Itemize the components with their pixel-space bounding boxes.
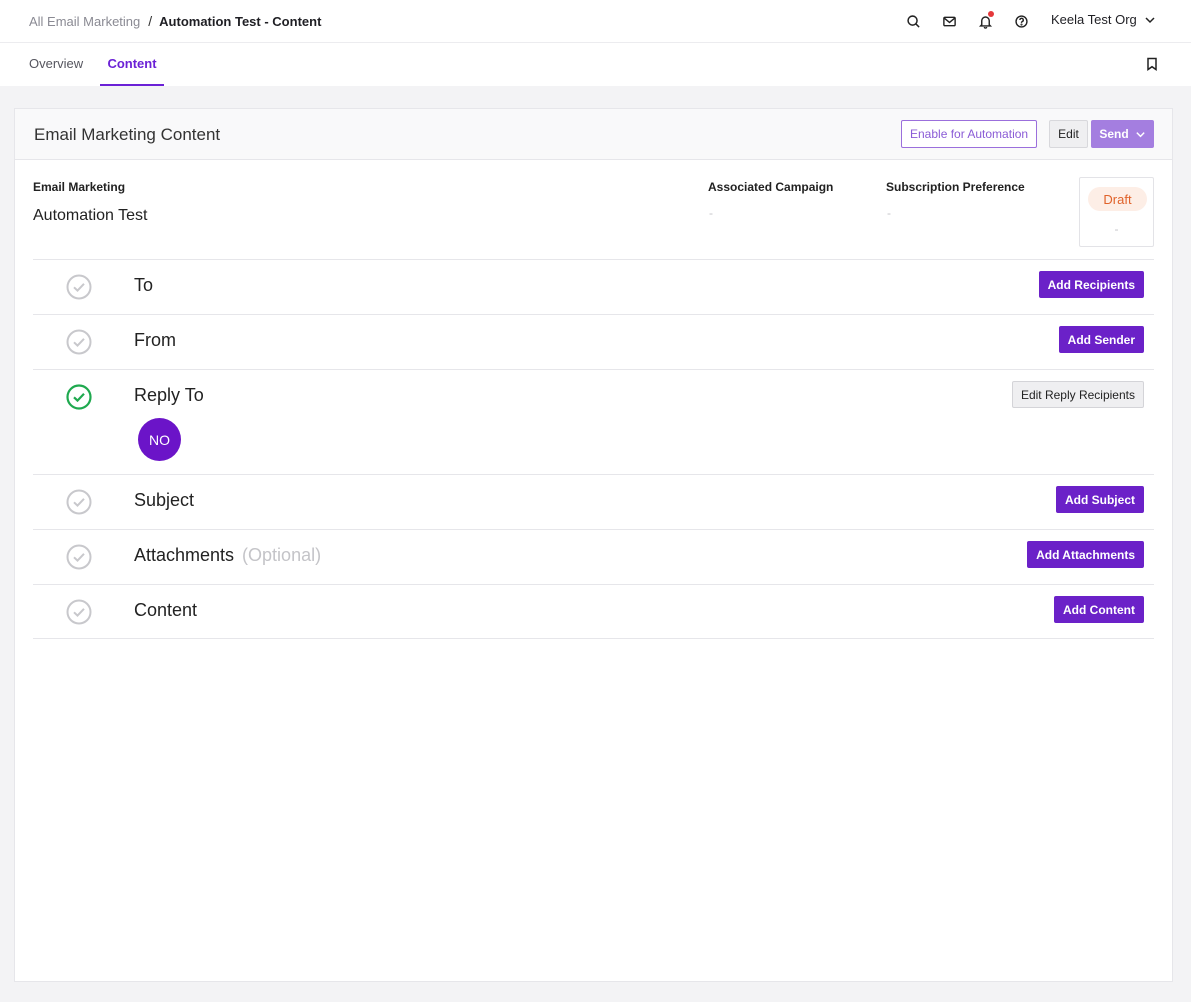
status-subtext: - <box>1114 222 1119 236</box>
tab-overview[interactable]: Overview <box>22 43 90 86</box>
edit-button[interactable]: Edit <box>1049 120 1088 148</box>
subscription-preference-value: - <box>887 206 891 220</box>
step-row-reply-to: Reply To Edit Reply Recipients NO <box>33 369 1154 474</box>
optional-tag: (Optional) <box>242 545 322 565</box>
email-marketing-label: Email Marketing <box>33 180 126 194</box>
add-recipients-button[interactable]: Add Recipients <box>1038 271 1144 298</box>
step-label: Attachments <box>134 545 235 565</box>
breadcrumb: All Email Marketing / Automation Test - … <box>29 13 321 29</box>
add-content-button[interactable]: Add Content <box>1054 596 1144 623</box>
breadcrumb-current: Automation Test - Content <box>159 13 322 29</box>
add-subject-button[interactable]: Add Subject <box>1055 486 1144 513</box>
step-label: To <box>134 275 154 295</box>
check-circle-done-icon <box>66 384 92 410</box>
step-row-from: From Add Sender <box>33 314 1154 369</box>
tab-content[interactable]: Content <box>100 43 164 86</box>
content-card: Email Marketing Content Enable for Autom… <box>14 108 1173 982</box>
step-label: Reply To <box>134 385 204 405</box>
breadcrumb-parent-link[interactable]: All Email Marketing <box>29 14 140 29</box>
search-icon[interactable] <box>904 12 922 30</box>
enable-automation-button[interactable]: Enable for Automation <box>901 120 1038 148</box>
page-bottom <box>0 982 1191 1002</box>
status-badge: Draft <box>1088 187 1147 211</box>
step-label: From <box>134 330 176 350</box>
mail-icon[interactable] <box>940 12 958 30</box>
add-sender-button[interactable]: Add Sender <box>1058 326 1144 353</box>
check-circle-icon <box>66 329 92 355</box>
step-label: Content <box>134 600 198 620</box>
step-row-to: To Add Recipients <box>33 259 1154 314</box>
email-marketing-name: Automation Test <box>33 207 148 224</box>
bell-icon[interactable] <box>976 11 994 30</box>
send-button-label: Send <box>1099 127 1129 141</box>
tab-bar: Overview Content <box>0 43 1191 86</box>
org-name: Keela Test Org <box>1051 12 1137 27</box>
card-header: Email Marketing Content Enable for Autom… <box>15 109 1172 160</box>
breadcrumb-separator: / <box>148 13 153 29</box>
step-label-wrap: Attachments (Optional) <box>134 545 321 566</box>
associated-campaign-label: Associated Campaign <box>708 180 834 194</box>
step-label: Subject <box>134 490 195 510</box>
step-row-content: Content Add Content <box>33 584 1154 639</box>
add-attachments-button[interactable]: Add Attachments <box>1027 541 1144 568</box>
subscription-preference-label: Subscription Preference <box>886 180 1025 194</box>
check-circle-icon <box>66 489 92 515</box>
bookmark-icon[interactable] <box>1144 56 1160 72</box>
status-box: Draft - <box>1079 177 1154 247</box>
chevron-down-icon <box>1145 16 1155 23</box>
steps-list: To Add Recipients From Add Sender Reply … <box>33 259 1154 639</box>
check-circle-icon <box>66 599 92 625</box>
send-button[interactable]: Send <box>1091 120 1154 148</box>
card-title: Email Marketing Content <box>34 125 221 144</box>
notification-dot <box>988 11 994 17</box>
org-switcher[interactable]: Keela Test Org <box>1051 12 1156 27</box>
avatar[interactable]: NO <box>138 418 181 461</box>
help-icon[interactable] <box>1012 12 1030 30</box>
check-circle-icon <box>66 544 92 570</box>
check-circle-icon <box>66 274 92 300</box>
step-row-subject: Subject Add Subject <box>33 474 1154 529</box>
edit-reply-recipients-button[interactable]: Edit Reply Recipients <box>1011 381 1144 408</box>
chevron-down-icon <box>1135 131 1145 137</box>
top-bar: All Email Marketing / Automation Test - … <box>0 0 1191 43</box>
step-row-attachments: Attachments (Optional) Add Attachments <box>33 529 1154 584</box>
associated-campaign-value: - <box>709 206 713 220</box>
